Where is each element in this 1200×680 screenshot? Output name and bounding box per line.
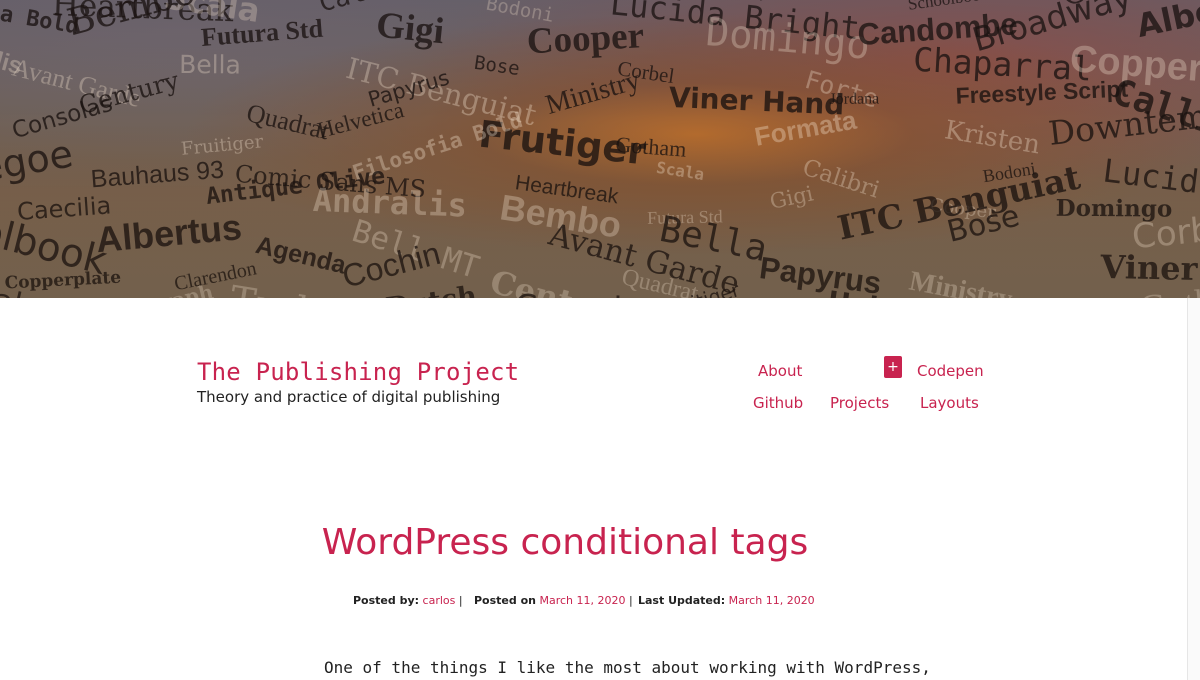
posted-on-label: Posted on — [474, 594, 536, 607]
collage-word: Scala — [655, 158, 706, 184]
posted-by-label: Posted by: — [353, 594, 420, 607]
posted-on-date-link[interactable]: March 11, 2020 — [539, 594, 625, 607]
post-updated-meta: Last Updated: March 11, 2020 — [638, 594, 815, 607]
collage-word: Bella — [179, 50, 241, 79]
collage-word: Ministry — [907, 266, 1015, 298]
collage-word: Dutch — [384, 280, 479, 298]
collage-word: Helvetica — [315, 97, 407, 143]
site-title[interactable]: The Publishing Project — [197, 358, 519, 386]
collage-word: Ministry — [542, 64, 643, 121]
typography-collage: HelveticaFrutigerGothamFormataKristenDow… — [0, 0, 1200, 298]
nav-item-about[interactable]: About — [758, 362, 802, 380]
last-updated-label: Last Updated: — [638, 594, 726, 607]
collage-word: Cooper — [526, 15, 645, 62]
last-updated-date: March 11, 2020 — [728, 594, 815, 607]
post-title: WordPress conditional tags — [321, 522, 809, 563]
collage-word: Gotham — [615, 132, 687, 162]
collage-word: Gigi — [374, 5, 446, 53]
collage-word: Agenda — [253, 231, 350, 280]
collage-word: Bose — [473, 52, 521, 80]
collage-word: Andralis — [312, 181, 467, 225]
collage-word: Kristen — [943, 115, 1043, 160]
header-banner-image: HelveticaFrutigerGothamFormataKristenDow… — [0, 0, 1200, 298]
meta-separator: | — [629, 594, 633, 607]
nav-item-projects[interactable]: Projects — [830, 394, 889, 412]
page-scrollbar[interactable] — [1187, 298, 1200, 680]
nav-item-github[interactable]: Github — [753, 394, 803, 412]
submenu-expand-button[interactable]: + — [884, 356, 902, 378]
collage-word: Copperplate — [4, 268, 121, 294]
meta-separator: | — [458, 594, 463, 607]
nav-item-layouts[interactable]: Layouts — [920, 394, 979, 412]
post-author-meta: Posted by: carlos | — [353, 594, 463, 607]
author-link[interactable]: carlos — [423, 594, 456, 607]
collage-word: Gigi — [768, 181, 816, 214]
collage-word: Albertus — [1133, 0, 1200, 45]
site-tagline: Theory and practice of digital publishin… — [197, 388, 501, 406]
collage-word: Segoe — [0, 131, 76, 194]
collage-word: Albertus — [94, 206, 243, 260]
collage-word: Jordana — [829, 90, 879, 107]
nav-item-codepen[interactable]: Codepen — [917, 362, 984, 380]
post-date-meta: Posted on March 11, 2020 | — [474, 594, 633, 607]
post-body-first-line: One of the things I like the most about … — [324, 658, 931, 677]
